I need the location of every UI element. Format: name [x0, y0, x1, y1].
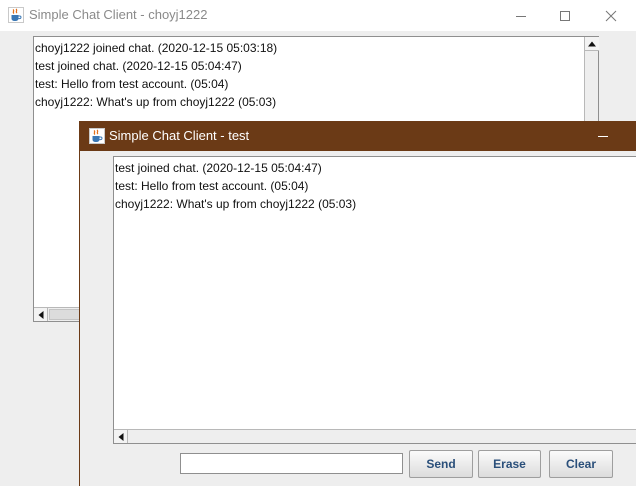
maximize-icon [560, 10, 570, 21]
back-window-titlebar[interactable]: Simple Chat Client - choyj1222 [0, 0, 636, 31]
front-window-titlebar[interactable]: Simple Chat Client - test [80, 121, 636, 151]
close-icon [605, 10, 617, 21]
maximize-button[interactable] [542, 0, 588, 31]
message-line: test joined chat. (2020-12-15 05:04:47) [35, 59, 242, 73]
erase-button[interactable]: Erase [478, 450, 541, 478]
minimize-button[interactable] [498, 0, 544, 31]
scroll-left-arrow-icon [38, 310, 43, 319]
front-chat-area[interactable]: test joined chat. (2020-12-15 05:04:47) … [113, 156, 636, 444]
java-app-icon [8, 7, 24, 28]
back-window-title: Simple Chat Client - choyj1222 [29, 7, 208, 22]
scroll-left-button[interactable] [114, 430, 128, 443]
message-line: choyj1222: What's up from choyj1222 (05:… [115, 197, 357, 211]
message-input[interactable] [180, 453, 403, 474]
message-line: test joined chat. (2020-12-15 05:04:47) [115, 161, 322, 175]
scroll-left-arrow-icon [118, 432, 123, 441]
send-button[interactable]: Send [409, 450, 473, 478]
minimize-button[interactable] [580, 121, 626, 151]
clear-button[interactable]: Clear [549, 450, 613, 478]
front-message-list: test joined chat. (2020-12-15 05:04:47) … [115, 159, 356, 213]
message-line: choyj1222 joined chat. (2020-12-15 05:03… [35, 41, 278, 55]
horizontal-scrollbar[interactable] [114, 429, 636, 443]
scroll-up-button[interactable] [585, 37, 599, 51]
close-button[interactable] [588, 0, 634, 31]
front-window-title: Simple Chat Client - test [109, 128, 250, 143]
front-chat-window: Simple Chat Client - test test joined ch… [79, 121, 636, 486]
minimize-icon [598, 136, 608, 137]
message-line: test: Hello from test account. (05:04) [115, 179, 309, 193]
minimize-icon [516, 15, 526, 17]
scroll-up-arrow-icon [588, 41, 596, 46]
back-message-list: choyj1222 joined chat. (2020-12-15 05:03… [35, 39, 277, 111]
message-line: test: Hello from test account. (05:04) [35, 77, 229, 91]
java-app-icon [89, 128, 105, 149]
scroll-left-button[interactable] [34, 308, 48, 321]
message-line: choyj1222: What's up from choyj1222 (05:… [35, 95, 277, 109]
